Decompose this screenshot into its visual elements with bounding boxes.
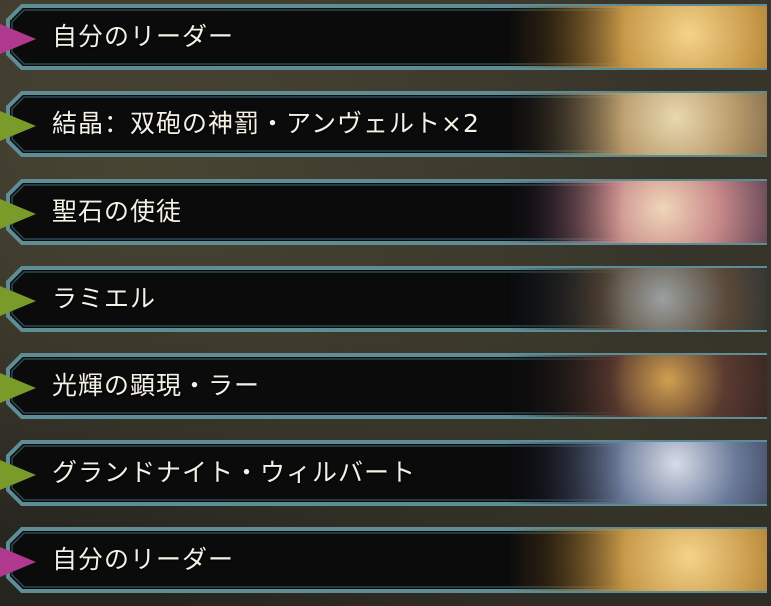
- item-label: 結晶：双砲の神罰・アンヴェルト×2: [52, 109, 480, 138]
- portrait-art: [507, 268, 767, 330]
- portrait-art: [507, 93, 767, 155]
- item-label: 自分のリーダー: [52, 545, 235, 574]
- list-item[interactable]: ラミエル: [0, 264, 771, 334]
- list-item[interactable]: 光輝の顕現・ラー: [0, 351, 771, 421]
- leader-arrow-icon: [0, 547, 36, 577]
- card-arrow-icon: [0, 111, 36, 141]
- deck-list: 自分のリーダー 結晶：双砲の神罰・アンヴェルト×2 聖石の使徒 ラミエル 光輝の…: [0, 0, 771, 606]
- list-item[interactable]: 自分のリーダー: [0, 525, 771, 595]
- card-portrait: [507, 6, 767, 68]
- item-label: ラミエル: [52, 284, 157, 313]
- list-item[interactable]: グランドナイト・ウィルバート: [0, 438, 771, 508]
- portrait-art: [507, 442, 767, 504]
- card-portrait: [507, 181, 767, 243]
- card-portrait: [507, 268, 767, 330]
- card-arrow-icon: [0, 373, 36, 403]
- portrait-art: [507, 355, 767, 417]
- list-item[interactable]: 自分のリーダー: [0, 2, 771, 72]
- card-portrait: [507, 93, 767, 155]
- card-portrait: [507, 355, 767, 417]
- list-item[interactable]: 聖石の使徒: [0, 177, 771, 247]
- card-arrow-icon: [0, 460, 36, 490]
- list-item[interactable]: 結晶：双砲の神罰・アンヴェルト×2: [0, 89, 771, 159]
- portrait-art: [507, 6, 767, 68]
- item-label: 自分のリーダー: [52, 22, 235, 51]
- portrait-art: [507, 529, 767, 591]
- item-label: 光輝の顕現・ラー: [52, 371, 261, 400]
- leader-arrow-icon: [0, 24, 36, 54]
- card-portrait: [507, 442, 767, 504]
- item-label: 聖石の使徒: [52, 197, 183, 226]
- portrait-art: [507, 181, 767, 243]
- item-label: グランドナイト・ウィルバート: [52, 458, 417, 487]
- card-arrow-icon: [0, 199, 36, 229]
- card-arrow-icon: [0, 286, 36, 316]
- card-portrait: [507, 529, 767, 591]
